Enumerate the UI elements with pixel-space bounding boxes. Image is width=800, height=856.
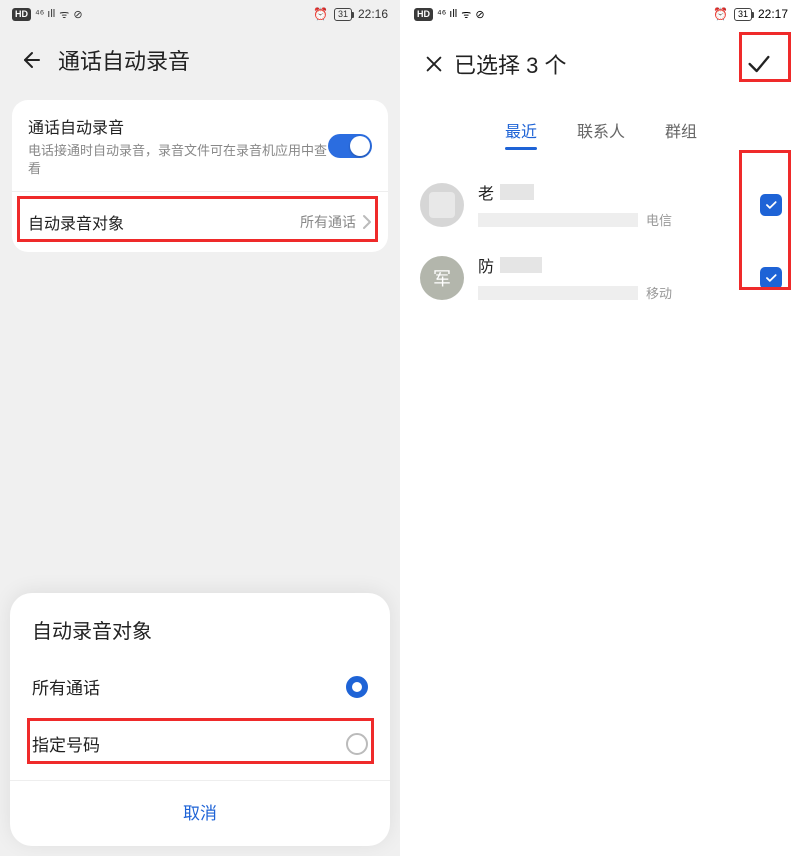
close-icon: [423, 53, 445, 75]
contact-list: 老 电信 军 防: [402, 160, 800, 322]
sheet-title: 自动录音对象: [10, 615, 390, 658]
picker-tabs: 最近 联系人 群组: [402, 100, 800, 160]
record-target-row[interactable]: 自动录音对象 所有通话: [12, 191, 388, 252]
close-button[interactable]: [420, 50, 448, 78]
page-title: 通话自动录音: [58, 44, 190, 76]
tab-recent[interactable]: 最近: [505, 118, 537, 150]
record-target-label: 自动录音对象: [28, 210, 300, 234]
status-left-icons: HD ⁴⁶ ıll ᯤ ⊘: [414, 7, 485, 22]
status-left-icons: HD ⁴⁶ ıll ᯤ ⊘: [12, 7, 83, 22]
page-header: 通话自动录音: [0, 28, 400, 100]
option-label: 所有通话: [32, 674, 100, 699]
contact-name-prefix: 老: [478, 180, 494, 204]
contact-name-prefix: 防: [478, 253, 494, 277]
auto-record-desc: 电话接通时自动录音，录音文件可在录音机应用中查看: [28, 142, 328, 177]
radio-checked-icon: [346, 676, 368, 698]
contact-row[interactable]: 老 电信: [402, 168, 800, 241]
battery-indicator: 31: [334, 8, 352, 21]
checkbox-checked[interactable]: [760, 194, 782, 216]
option-all-calls[interactable]: 所有通话: [10, 658, 390, 715]
avatar: 军: [420, 256, 464, 300]
option-specific-numbers[interactable]: 指定号码: [10, 715, 390, 772]
confirm-button[interactable]: [736, 42, 782, 86]
battery-indicator: 31: [734, 8, 752, 21]
contact-picker-screen: HD ⁴⁶ ıll ᯤ ⊘ ⏰ 31 22:17 已选择 3 个 最近 联系人 …: [400, 0, 800, 856]
check-icon: [764, 271, 778, 285]
check-icon: [764, 198, 778, 212]
status-bar: HD ⁴⁶ ıll ᯤ ⊘ ⏰ 31 22:17: [402, 0, 800, 28]
alarm-icon: ⏰: [713, 7, 728, 21]
redacted-text: [500, 184, 534, 200]
tab-contacts[interactable]: 联系人: [577, 118, 625, 150]
picker-title: 已选择 3 个: [454, 48, 566, 80]
picker-header: 已选择 3 个: [402, 28, 800, 100]
option-label: 指定号码: [32, 731, 100, 756]
avatar-text: 军: [433, 265, 451, 291]
contact-row[interactable]: 军 防 移动: [402, 241, 800, 314]
target-bottom-sheet: 自动录音对象 所有通话 指定号码 取消: [10, 593, 390, 846]
status-right: ⏰ 31 22:16: [313, 7, 388, 21]
status-right: ⏰ 31 22:17: [713, 7, 788, 21]
radio-unchecked-icon: [346, 733, 368, 755]
back-icon: [20, 48, 44, 72]
check-icon: [745, 50, 773, 78]
settings-screen: HD ⁴⁶ ıll ᯤ ⊘ ⏰ 31 22:16 通话自动录音 通话自动录音 电…: [0, 0, 400, 856]
settings-card: 通话自动录音 电话接通时自动录音，录音文件可在录音机应用中查看 自动录音对象 所…: [12, 100, 388, 252]
auto-record-toggle-row[interactable]: 通话自动录音 电话接通时自动录音，录音文件可在录音机应用中查看: [12, 100, 388, 191]
avatar: [420, 183, 464, 227]
chevron-right-icon: [362, 214, 372, 230]
sheet-cancel-button[interactable]: 取消: [10, 780, 390, 846]
back-button[interactable]: [18, 46, 46, 74]
redacted-text: [478, 286, 638, 300]
status-bar: HD ⁴⁶ ıll ᯤ ⊘ ⏰ 31 22:16: [0, 0, 400, 28]
redacted-text: [500, 257, 542, 273]
auto-record-toggle[interactable]: [328, 134, 372, 158]
auto-record-title: 通话自动录音: [28, 114, 328, 138]
tab-groups[interactable]: 群组: [665, 118, 697, 150]
record-target-value: 所有通话: [300, 212, 356, 232]
status-time: 22:16: [358, 7, 388, 21]
alarm-icon: ⏰: [313, 7, 328, 21]
carrier-label: 移动: [646, 283, 672, 302]
carrier-label: 电信: [646, 210, 672, 229]
checkbox-checked[interactable]: [760, 267, 782, 289]
status-time: 22:17: [758, 7, 788, 21]
redacted-text: [478, 213, 638, 227]
